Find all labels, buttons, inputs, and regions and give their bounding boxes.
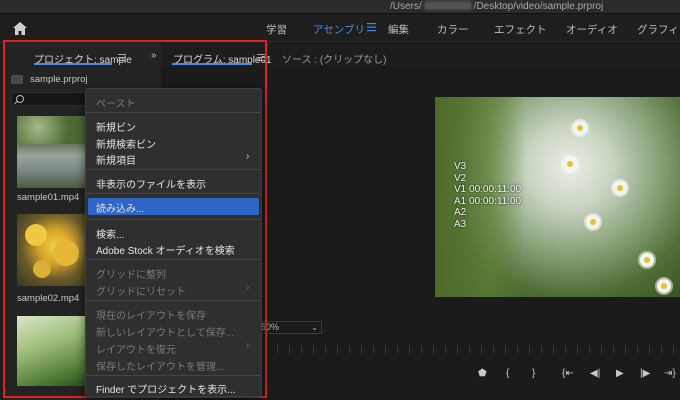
panel-overflow-icon[interactable]: »: [151, 50, 157, 61]
menu-item-save-layout: 現在のレイアウトを保存: [96, 311, 206, 322]
go-to-out-icon[interactable]: ⇥}: [664, 368, 676, 379]
step-back-icon[interactable]: ◀|: [590, 368, 600, 379]
menu-separator: [86, 375, 261, 376]
overlay-line: A1 00:00:11:00: [454, 195, 522, 207]
workspace-bar: 学習 アセンブリ 編集 カラー エフェクト オーディオ グラフィッ: [0, 14, 680, 42]
workspace-tab-effects[interactable]: エフェクト: [494, 22, 547, 37]
chevron-right-icon: ›: [246, 282, 250, 293]
menu-separator: [86, 219, 261, 220]
mark-in-icon[interactable]: {: [506, 368, 509, 379]
menu-item-paste: ペースト: [96, 99, 136, 110]
menu-item-save-as-new-layout: 新しいレイアウトとして保存...: [96, 328, 235, 339]
project-panel-menu-icon[interactable]: [118, 54, 126, 61]
title-bar: /Users/ /Desktop/video/sample.prproj: [0, 0, 680, 14]
clip-thumbnail-sample03[interactable]: [17, 316, 87, 386]
flower-2: [613, 181, 627, 195]
menu-item-align-to-grid: グリッドに整列: [96, 270, 166, 281]
menu-item-restore-layout: レイアウトを復元: [96, 345, 176, 356]
overlay-line: V1 00:00:11:00: [454, 184, 522, 196]
clip-thumbnail-sample02[interactable]: [17, 214, 87, 286]
workspace-tab-assembly[interactable]: アセンブリ: [313, 22, 365, 37]
redacted-username: [423, 1, 472, 10]
marker-icon[interactable]: ⬟: [478, 368, 487, 379]
project-file-name: sample.prproj: [30, 74, 88, 85]
flower-1: [563, 157, 577, 171]
zoom-level-select[interactable]: 50% ⌄: [258, 321, 322, 334]
menu-item-reveal-in-finder[interactable]: Finder でプロジェクトを表示...: [96, 381, 235, 396]
menu-separator: [86, 193, 261, 194]
menu-item-find[interactable]: 検索...: [96, 226, 124, 241]
clip-label-sample02: sample02.mp4: [17, 293, 80, 304]
flower-6: [573, 121, 587, 135]
flower-3: [586, 215, 600, 229]
overlay-line: V3: [454, 161, 467, 172]
menu-item-new-item[interactable]: 新規項目: [96, 152, 136, 167]
overlay-line: A2: [454, 207, 467, 219]
file-path: /Users/ /Desktop/video/sample.prproj: [390, 1, 603, 12]
project-search-input[interactable]: [11, 92, 87, 106]
go-to-in-icon[interactable]: {⇤: [562, 368, 574, 379]
menu-separator: [86, 300, 261, 301]
track-overlay: V3 V2 V1 00:00:11:00 A1 00:00:11:00 A2 A…: [454, 161, 521, 231]
workspace-tab-graphics[interactable]: グラフィッ: [637, 22, 680, 37]
clip-label-sample01: sample01.mp4: [17, 192, 80, 203]
tab-source[interactable]: ソース : (クリップなし): [282, 51, 387, 66]
project-file-icon: [11, 75, 23, 84]
workspace-tab-edit[interactable]: 編集: [388, 22, 409, 37]
menu-item-new-bin[interactable]: 新規ビン: [96, 119, 136, 134]
menu-item-import[interactable]: 読み込み...: [96, 200, 144, 215]
menu-separator: [86, 169, 261, 170]
search-icon: [16, 95, 24, 103]
menu-item-adobe-stock-audio[interactable]: Adobe Stock オーディオを検索: [96, 242, 235, 257]
program-panel-menu-icon[interactable]: [257, 54, 265, 61]
workspace-tab-color[interactable]: カラー: [437, 22, 469, 37]
file-path-suffix: /Desktop/video/sample.prproj: [473, 1, 604, 12]
file-path-prefix: /Users/: [390, 1, 422, 12]
timeline-ruler[interactable]: [265, 345, 680, 353]
chevron-right-icon: ›: [246, 340, 250, 351]
workspace-tab-audio[interactable]: オーディオ: [566, 22, 618, 37]
flower-4: [640, 253, 654, 267]
menu-separator: [86, 259, 261, 260]
chevron-right-icon: ›: [246, 151, 250, 162]
zoom-level-value: 50%: [261, 322, 280, 332]
step-forward-icon[interactable]: |▶: [640, 368, 650, 379]
flower-5: [657, 279, 671, 293]
menu-item-show-hidden[interactable]: 非表示のファイルを表示: [96, 176, 206, 191]
menu-item-reset-to-grid: グリッドにリセット: [96, 287, 186, 298]
workspace-menu-icon[interactable]: [367, 22, 377, 32]
tab-project-underline: [34, 63, 112, 65]
menu-item-new-search-bin[interactable]: 新規検索ビン: [96, 136, 156, 151]
play-icon[interactable]: ▶: [616, 368, 624, 379]
tab-program-underline: [172, 63, 252, 65]
menu-item-manage-layouts: 保存したレイアウトを管理...: [96, 362, 225, 373]
home-icon[interactable]: [13, 22, 27, 35]
transport-controls: ⬟ { } {⇤ ◀| ▶ |▶ ⇥}: [270, 362, 680, 390]
chevron-down-icon: ⌄: [311, 323, 318, 332]
overlay-line: A3: [454, 218, 467, 230]
mark-out-icon[interactable]: }: [532, 368, 535, 379]
context-menu: ペースト 新規ビン 新規検索ビン 新規項目 › 非表示のファイルを表示 読み込み…: [85, 88, 262, 397]
overlay-line: V2: [454, 172, 467, 184]
menu-separator: [86, 112, 261, 113]
workspace-tab-learn[interactable]: 学習: [266, 22, 287, 37]
clip-thumbnail-sample01[interactable]: [17, 116, 87, 188]
